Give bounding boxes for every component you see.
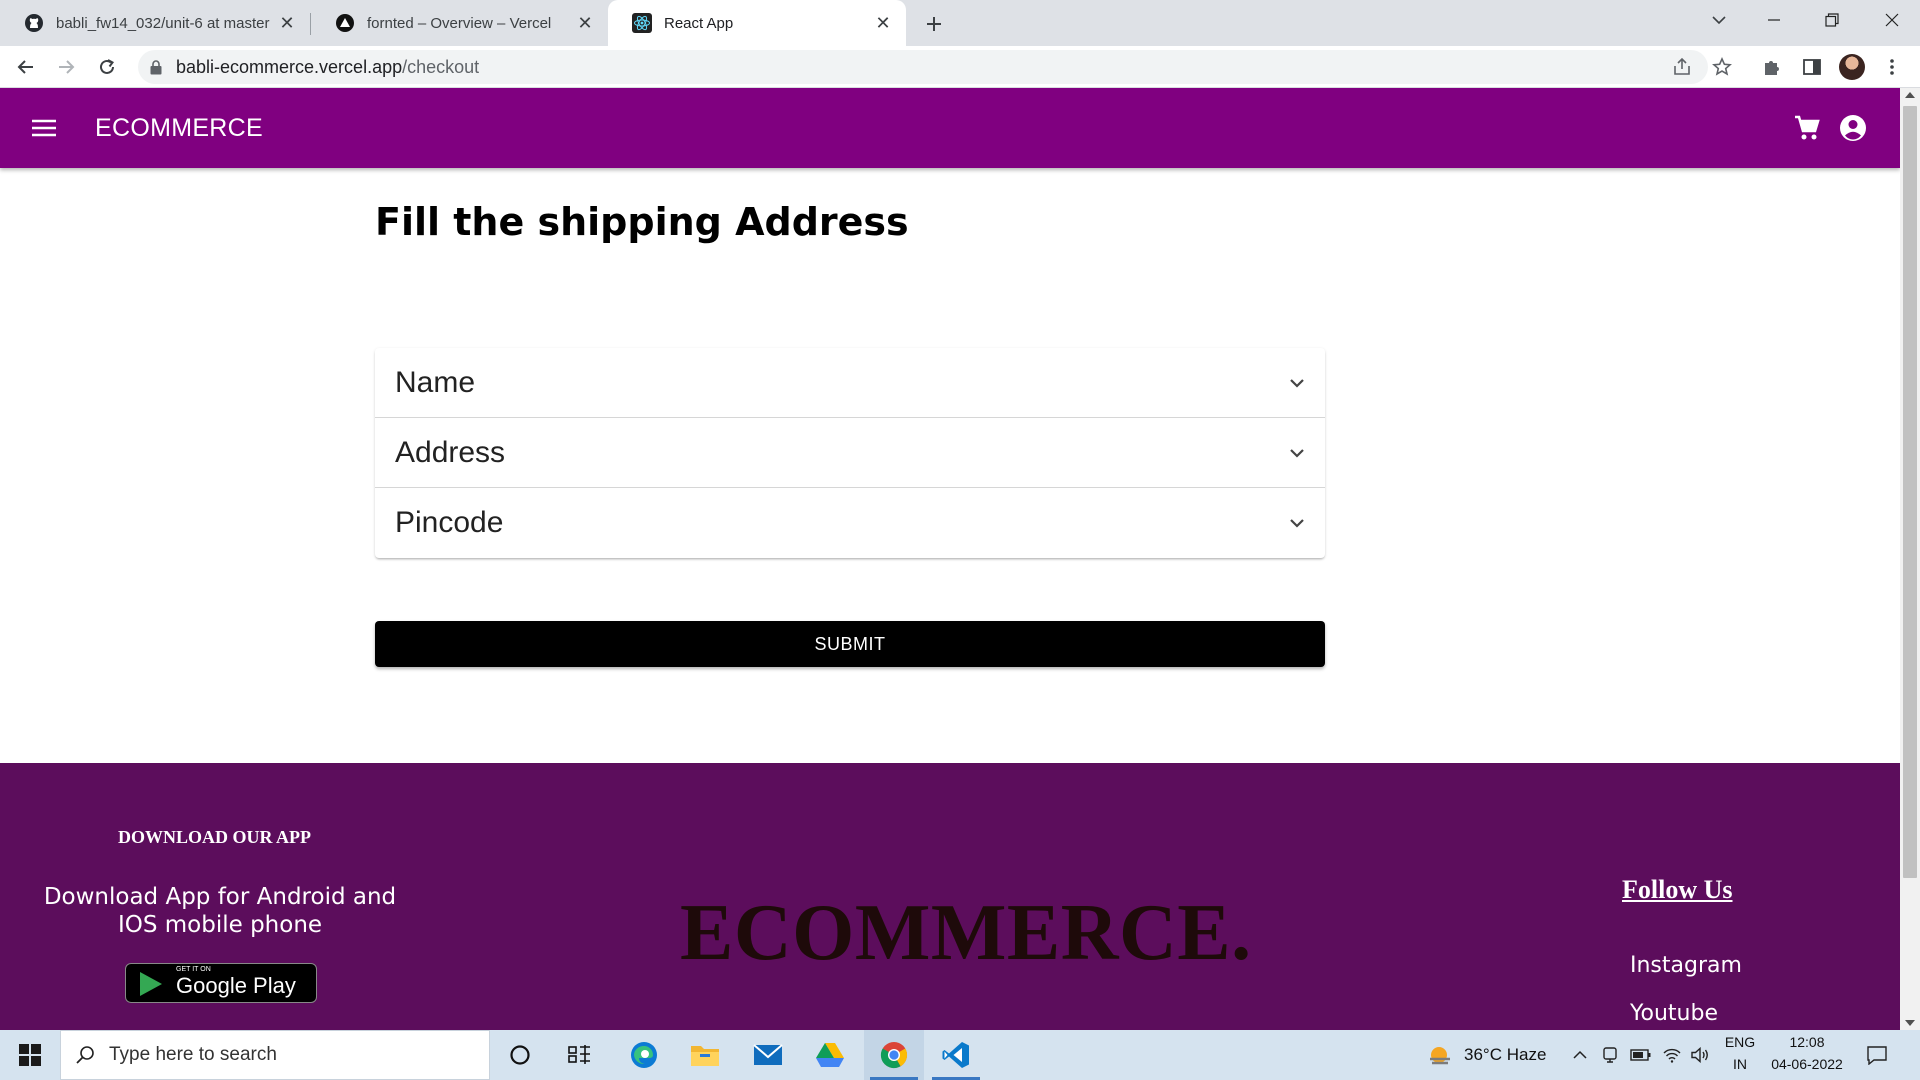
- site-footer: DOWNLOAD OUR APP Download App for Androi…: [0, 763, 1900, 1030]
- follow-us-title: Follow Us: [1622, 875, 1733, 904]
- task-view-icon[interactable]: [552, 1030, 608, 1080]
- badge-big-text: Google Play: [176, 973, 296, 998]
- new-tab-button[interactable]: [918, 8, 950, 40]
- search-icon: [75, 1045, 95, 1065]
- google-drive-icon[interactable]: [802, 1030, 858, 1080]
- show-hidden-icons-chevron-icon[interactable]: [1572, 1030, 1588, 1080]
- vscode-taskbar-icon[interactable]: [926, 1030, 986, 1080]
- scroll-up-arrow-icon[interactable]: [1905, 92, 1915, 98]
- edge-browser-icon[interactable]: [616, 1030, 672, 1080]
- lock-icon: [150, 59, 162, 75]
- submit-button[interactable]: SUBMIT: [375, 621, 1325, 667]
- page-scrollbar[interactable]: [1900, 88, 1920, 1030]
- windows-start-button[interactable]: [0, 1030, 60, 1080]
- accordion-pincode[interactable]: Pincode: [375, 488, 1325, 558]
- download-app-title: DOWNLOAD OUR APP: [118, 827, 311, 847]
- extensions-puzzle-icon[interactable]: [1756, 51, 1788, 83]
- close-icon[interactable]: ✕: [572, 10, 598, 36]
- weather-text: 36°C Haze: [1464, 1045, 1547, 1064]
- react-icon: [632, 13, 652, 33]
- tab-search-chevron-icon[interactable]: [1695, 0, 1743, 40]
- mail-icon[interactable]: [740, 1030, 796, 1080]
- profile-avatar[interactable]: [1836, 51, 1868, 83]
- accordion-label: Address: [395, 435, 506, 469]
- avatar-image: [1839, 54, 1865, 80]
- url-path: /checkout: [402, 56, 480, 77]
- windows-taskbar: Type here to search 36°C Haze ENG IN 12:…: [0, 1030, 1920, 1080]
- social-link-instagram[interactable]: Instagram: [1630, 953, 1742, 978]
- vercel-icon: [335, 13, 355, 33]
- page-title: Fill the shipping Address: [375, 200, 909, 244]
- url-host: babli-ecommerce.vercel.app: [176, 56, 403, 77]
- browser-tab-github[interactable]: babli_fw14_032/unit-6 at master ✕: [0, 0, 310, 46]
- page-viewport: ECOMMERCE Fill the shipping Address Name…: [0, 88, 1920, 1030]
- url-text: babli-ecommerce.vercel.app/checkout: [176, 57, 479, 78]
- accordion-label: Pincode: [395, 506, 504, 539]
- language-bottom[interactable]: IN: [1722, 1056, 1758, 1072]
- badge-small-text: GET IT ON: [176, 966, 211, 973]
- browser-tab-vercel[interactable]: fornted – Overview – Vercel ✕: [311, 0, 608, 46]
- meet-now-icon[interactable]: [1602, 1030, 1618, 1080]
- browser-toolbar: babli-ecommerce.vercel.app/checkout: [0, 46, 1920, 88]
- tab-title: React App: [664, 14, 734, 32]
- cortana-icon[interactable]: [492, 1030, 548, 1080]
- taskbar-search-input[interactable]: Type here to search: [60, 1030, 490, 1080]
- wifi-icon[interactable]: [1662, 1030, 1682, 1080]
- file-explorer-icon[interactable]: [677, 1030, 733, 1080]
- app-header: ECOMMERCE: [0, 88, 1900, 168]
- browser-tab-strip: babli_fw14_032/unit-6 at master ✕ fornte…: [0, 0, 1920, 46]
- notifications-icon[interactable]: [1866, 1030, 1888, 1080]
- back-button[interactable]: [10, 51, 42, 83]
- google-play-badge[interactable]: GET IT ON Google Play: [125, 963, 317, 1003]
- clock-time[interactable]: 12:08: [1766, 1034, 1848, 1050]
- close-icon[interactable]: ✕: [870, 10, 896, 36]
- clock-date[interactable]: 04-06-2022: [1766, 1056, 1848, 1072]
- chrome-taskbar-icon[interactable]: [864, 1030, 924, 1080]
- tab-title: fornted – Overview – Vercel: [367, 14, 552, 32]
- language-top[interactable]: ENG: [1722, 1034, 1758, 1050]
- download-app-description: Download App for Android and IOS mobile …: [43, 884, 397, 938]
- share-icon[interactable]: [1666, 51, 1698, 83]
- reload-button[interactable]: [91, 51, 123, 83]
- scroll-down-arrow-icon[interactable]: [1905, 1020, 1915, 1026]
- accordion-name[interactable]: Name: [375, 348, 1325, 418]
- browser-menu-kebab-icon[interactable]: [1876, 51, 1908, 83]
- github-icon: [24, 13, 44, 33]
- hamburger-menu-icon[interactable]: [28, 112, 60, 144]
- footer-brand: ECOMMERCE.: [680, 889, 1252, 977]
- close-window-button[interactable]: [1868, 0, 1916, 40]
- app-brand[interactable]: ECOMMERCE: [95, 114, 263, 143]
- scrollbar-thumb[interactable]: [1903, 106, 1917, 878]
- expand-more-icon: [1289, 378, 1305, 388]
- weather-widget[interactable]: 36°C Haze: [1426, 1030, 1546, 1080]
- minimize-button[interactable]: [1750, 0, 1798, 40]
- social-link-youtube[interactable]: Youtube: [1630, 1001, 1718, 1026]
- restore-button[interactable]: [1808, 0, 1856, 40]
- search-placeholder: Type here to search: [109, 1044, 277, 1065]
- tab-title: babli_fw14_032/unit-6 at master: [56, 14, 270, 32]
- close-icon[interactable]: ✕: [274, 10, 300, 36]
- address-bar[interactable]: babli-ecommerce.vercel.app/checkout: [138, 50, 1708, 84]
- account-circle-icon[interactable]: [1836, 112, 1870, 144]
- volume-icon[interactable]: [1690, 1030, 1710, 1080]
- play-store-icon: [140, 972, 162, 996]
- weather-haze-icon: [1426, 1043, 1454, 1067]
- side-panel-icon[interactable]: [1796, 51, 1828, 83]
- bookmark-star-icon[interactable]: [1706, 51, 1738, 83]
- accordion-label: Name: [395, 365, 476, 399]
- shipping-accordion: Name Address Pincode: [375, 348, 1325, 558]
- browser-tab-react-app[interactable]: React App ✕: [608, 0, 906, 46]
- cart-icon[interactable]: [1790, 112, 1824, 144]
- forward-button[interactable]: [50, 51, 82, 83]
- accordion-address[interactable]: Address: [375, 418, 1325, 488]
- battery-icon[interactable]: [1630, 1030, 1652, 1080]
- expand-more-icon: [1289, 448, 1305, 458]
- expand-more-icon: [1289, 518, 1305, 528]
